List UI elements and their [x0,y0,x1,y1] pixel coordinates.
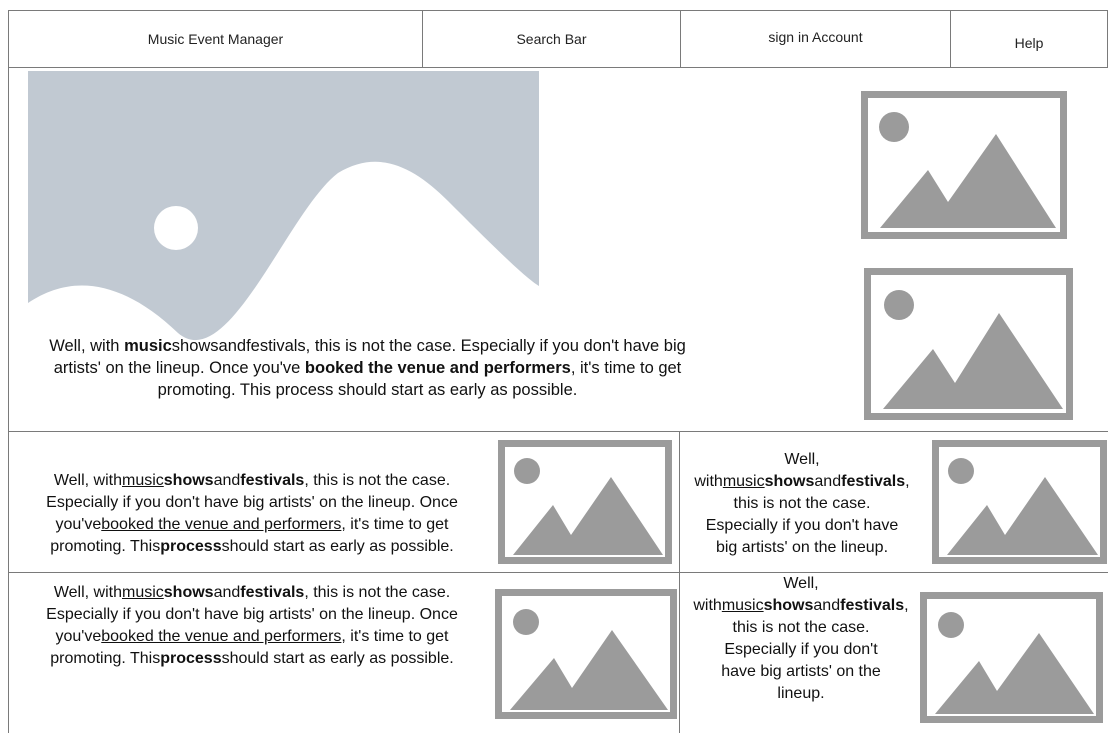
nav-search-bar[interactable]: Search Bar [422,10,681,68]
image-placeholder-icon [513,458,663,555]
card-3-text: Well, withmusicshowsandfestivals, this i… [46,584,458,667]
divider-row-middle [8,572,1108,573]
card-3-image-placeholder [495,589,677,719]
divider-hero-bottom [8,431,1108,432]
search-bar-label: Search Bar [516,31,587,47]
hero-text: Well, with musicshowsandfestivals, this … [49,337,686,399]
card-1-image-placeholder [498,440,672,564]
image-placeholder-icon [879,112,1056,228]
nav-help[interactable]: Help [950,10,1108,68]
nav-sign-in-account[interactable]: sign in Account [680,10,951,68]
card-2-image-placeholder [932,440,1107,564]
image-placeholder-icon [883,290,1063,409]
card-4-image-placeholder [920,592,1103,723]
left-border [8,68,9,733]
card-1-text: Well, withmusicshowsandfestivals, this i… [46,472,458,555]
hero-bold-music: music [124,337,172,355]
card-4-text: Well, withmusicshowsandfestivals, this i… [693,575,909,702]
app-title: Music Event Manager [147,31,284,47]
help-label: Help [1014,35,1044,51]
sign-in-label: sign in Account [768,29,863,45]
nav-app-title[interactable]: Music Event Manager [8,10,423,68]
image-placeholder-icon [935,612,1094,714]
hero-bold-booked: booked the venue and performers [304,359,571,377]
hero-image-placeholder-1 [861,91,1067,239]
image-placeholder-icon [947,458,1098,555]
card-2-text: Well, withmusicshowsandfestivals, this i… [694,451,910,556]
hero-image-placeholder-2 [864,268,1073,420]
image-placeholder-icon [510,609,668,710]
